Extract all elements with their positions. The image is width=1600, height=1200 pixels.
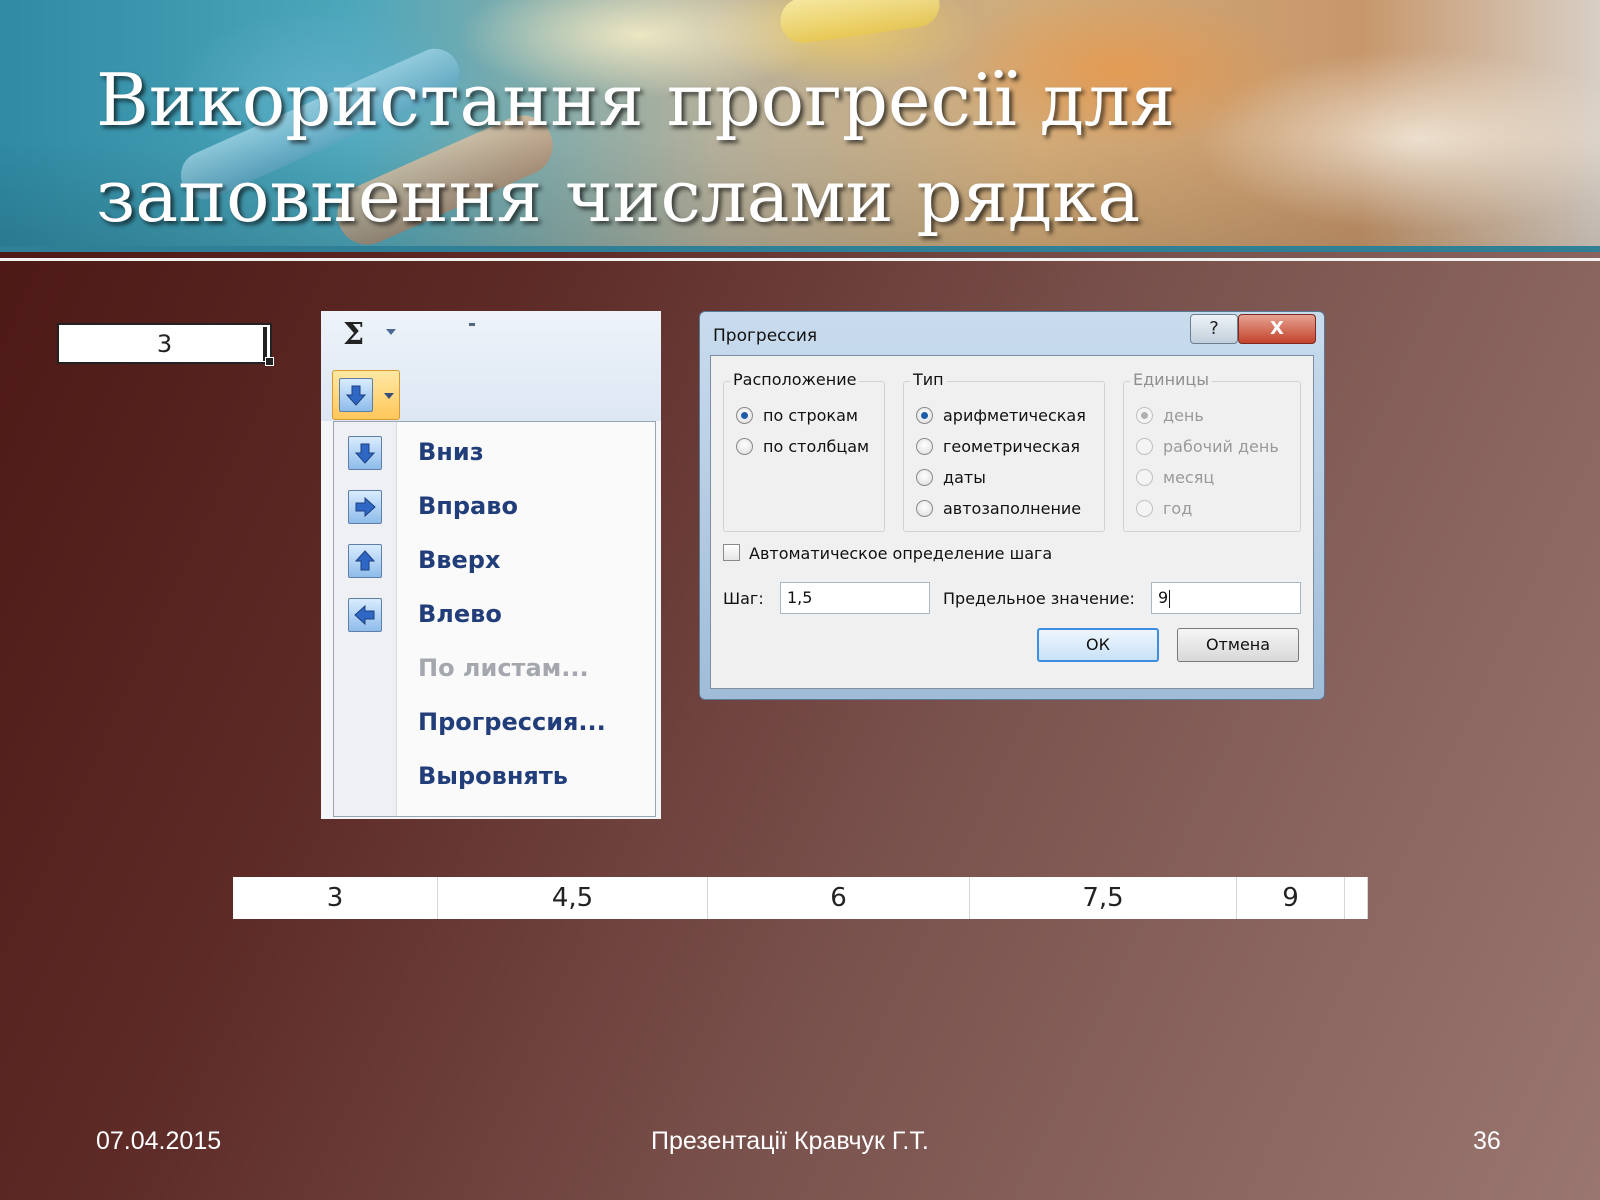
checkbox-box bbox=[723, 544, 740, 561]
radio-dot bbox=[1136, 500, 1153, 517]
menu-item-down[interactable]: Вниз bbox=[334, 428, 655, 482]
type-group: Тип арифметическая геометрическая даты а… bbox=[903, 370, 1105, 532]
menu-item-justify[interactable]: Выровнять bbox=[334, 752, 655, 806]
step-input-value: 1,5 bbox=[787, 588, 813, 607]
progression-dialog: Прогрессия ? X Расположение по строкам п… bbox=[699, 311, 1325, 700]
close-button[interactable]: X bbox=[1238, 314, 1316, 344]
footer-date: 07.04.2015 bbox=[96, 1127, 222, 1155]
cancel-button-label: Отмена bbox=[1205, 635, 1271, 654]
menu-item-up[interactable]: Вверх bbox=[334, 536, 655, 590]
menu-item-series[interactable]: Прогрессия... bbox=[334, 698, 655, 752]
result-cell[interactable]: 4,5 bbox=[438, 877, 708, 919]
ok-button[interactable]: ОК bbox=[1037, 628, 1159, 662]
menu-item-right[interactable]: Вправо bbox=[334, 482, 655, 536]
result-cell-value: 3 bbox=[326, 883, 344, 913]
radio-label: автозаполнение bbox=[943, 499, 1082, 518]
radio-label: месяц bbox=[1163, 468, 1215, 487]
start-cell[interactable]: 3 bbox=[57, 323, 274, 366]
slide-title: Використання прогресії для заповнення чи… bbox=[96, 52, 1516, 244]
arrow-down-icon bbox=[348, 436, 382, 470]
group-title: Расположение bbox=[730, 370, 860, 389]
radio-dot bbox=[1136, 469, 1153, 486]
autosum-icon[interactable]: Σ bbox=[343, 317, 364, 352]
dialog-title: Прогрессия bbox=[713, 326, 818, 346]
start-cell-value: 3 bbox=[156, 329, 173, 358]
result-cell[interactable]: 9 bbox=[1237, 877, 1345, 919]
header-rule bbox=[0, 258, 1600, 261]
step-label: Шаг: bbox=[723, 589, 764, 608]
radio-label: даты bbox=[943, 468, 986, 487]
result-cell[interactable]: 3 bbox=[233, 877, 438, 919]
result-cell-value: 7,5 bbox=[1082, 883, 1124, 913]
radio-dot bbox=[736, 407, 753, 424]
menu-item-label: Вверх bbox=[418, 546, 501, 574]
cell-border bbox=[263, 327, 267, 361]
menu-item-label: Прогрессия... bbox=[418, 708, 606, 736]
radio-dot bbox=[916, 438, 933, 455]
radio-dot bbox=[1136, 438, 1153, 455]
ok-button-label: ОК bbox=[1086, 635, 1110, 654]
menu-item-label: Выровнять bbox=[418, 762, 568, 790]
radio-dot bbox=[736, 438, 753, 455]
menu-item-label: Вправо bbox=[418, 492, 518, 520]
arrow-up-icon bbox=[348, 544, 382, 578]
limit-input[interactable]: 9 bbox=[1151, 582, 1301, 614]
units-group: Единицы день рабочий день месяц год bbox=[1123, 370, 1301, 532]
radio-dot bbox=[916, 469, 933, 486]
radio-dot bbox=[916, 407, 933, 424]
radio-label: день bbox=[1163, 406, 1204, 425]
radio-dot bbox=[1136, 407, 1153, 424]
result-cell[interactable]: 7,5 bbox=[970, 877, 1237, 919]
menu-item-label: По листам... bbox=[418, 654, 589, 682]
slide-title-line1: Використання прогресії для bbox=[96, 58, 1176, 142]
page-number: 36 bbox=[1473, 1127, 1501, 1155]
menu-item-across-sheets: По листам... bbox=[334, 644, 655, 698]
location-group: Расположение по строкам по столбцам bbox=[723, 370, 885, 532]
footer-author: Презентації Кравчук Г.Т. bbox=[651, 1127, 929, 1155]
group-title: Единицы bbox=[1130, 370, 1212, 389]
fill-menu-screenshot: Σ Вниз Вправо Вверх Влево По листам... П… bbox=[321, 311, 661, 819]
radio-label: по столбцам bbox=[763, 437, 870, 456]
menu-item-label: Влево bbox=[418, 600, 502, 628]
radio-label: арифметическая bbox=[943, 406, 1086, 425]
radio-label: по строкам bbox=[763, 406, 858, 425]
help-icon: ? bbox=[1209, 318, 1219, 339]
close-icon: X bbox=[1270, 318, 1284, 339]
arrow-down-icon bbox=[339, 378, 373, 412]
fill-handle[interactable] bbox=[265, 357, 274, 366]
chevron-down-icon[interactable] bbox=[386, 329, 396, 335]
chevron-down-icon bbox=[384, 393, 394, 399]
result-cell-value: 4,5 bbox=[551, 883, 594, 913]
text-caret bbox=[1169, 589, 1171, 608]
radio-label: год bbox=[1163, 499, 1193, 518]
ribbon-separator bbox=[469, 323, 475, 326]
arrow-left-icon bbox=[348, 598, 382, 632]
menu-item-label: Вниз bbox=[418, 438, 484, 466]
cancel-button[interactable]: Отмена bbox=[1177, 628, 1299, 662]
dialog-body: Расположение по строкам по столбцам Тип … bbox=[710, 355, 1314, 689]
limit-input-value: 9 bbox=[1158, 588, 1169, 607]
radio-label: рабочий день bbox=[1163, 437, 1279, 456]
result-cell-value: 6 bbox=[830, 883, 847, 913]
limit-label: Предельное значение: bbox=[943, 589, 1135, 608]
radio-label: геометрическая bbox=[943, 437, 1081, 456]
checkbox-label: Автоматическое определение шага bbox=[749, 544, 1053, 563]
result-row: 3 4,5 6 7,5 9 bbox=[233, 877, 1368, 919]
result-cell[interactable]: 6 bbox=[708, 877, 970, 919]
ribbon: Σ bbox=[321, 311, 661, 421]
result-cell-value: 9 bbox=[1282, 883, 1299, 913]
fill-dropdown-menu: Вниз Вправо Вверх Влево По листам... Про… bbox=[333, 421, 656, 817]
fill-button[interactable] bbox=[332, 370, 400, 420]
step-input[interactable]: 1,5 bbox=[780, 582, 930, 614]
help-button[interactable]: ? bbox=[1190, 314, 1238, 344]
header-rule bbox=[0, 246, 1600, 252]
arrow-right-icon bbox=[348, 490, 382, 524]
group-title: Тип bbox=[910, 370, 947, 389]
result-cell[interactable] bbox=[1345, 877, 1368, 919]
radio-dot bbox=[916, 500, 933, 517]
slide-title-line2: заповнення числами рядка bbox=[96, 154, 1141, 238]
menu-item-left[interactable]: Влево bbox=[334, 590, 655, 644]
